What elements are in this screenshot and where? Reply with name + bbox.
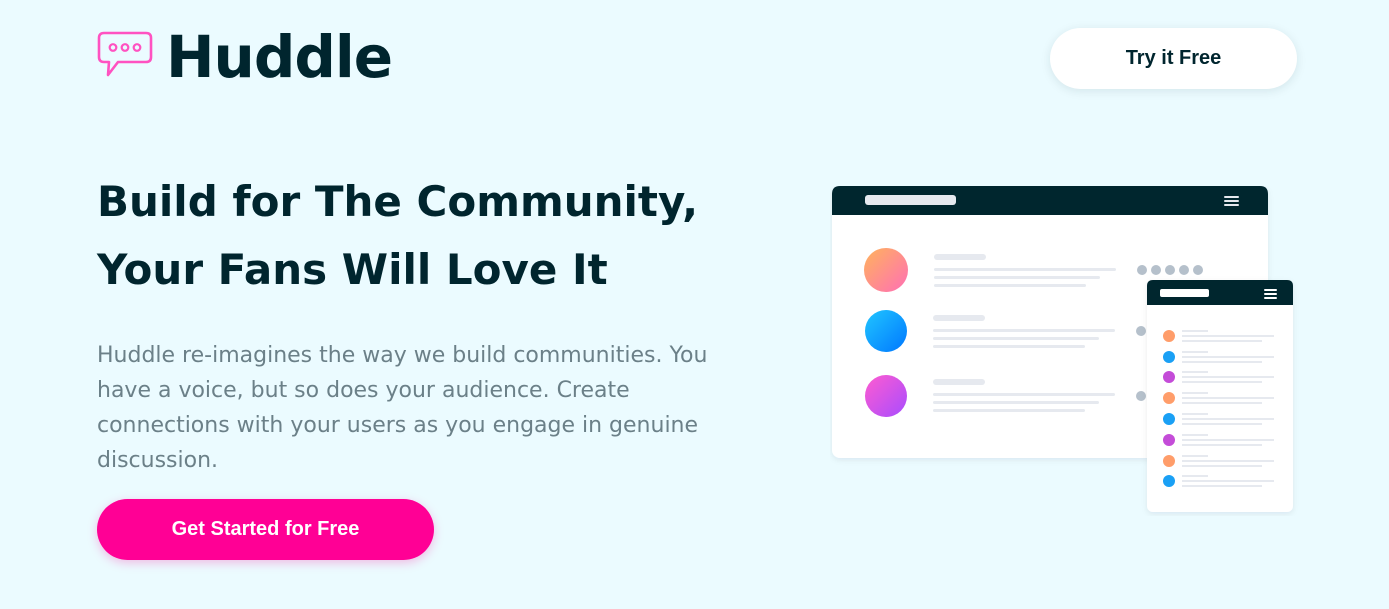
brand-logo[interactable]: Huddle [96,23,393,91]
avatar [864,248,908,292]
hero-headline-line-1: Build for The Community, [97,177,699,226]
mobile-title-bar [1160,289,1209,297]
hamburger-icon [1264,289,1277,299]
try-it-free-button[interactable]: Try it Free [1050,28,1297,89]
avatar [865,310,907,352]
get-started-button[interactable]: Get Started for Free [97,499,434,560]
speech-bubble-icon [97,31,153,77]
hero-headline-line-2: Your Fans Will Love It [97,245,608,294]
hero-headline: Build for The Community, Your Fans Will … [97,168,797,304]
desktop-title-bar [865,195,956,205]
hamburger-icon [1224,196,1239,206]
app-illustration [832,186,1293,512]
brand-name: Huddle [166,23,393,91]
avatar [865,375,907,417]
hero-description: Huddle re-imagines the way we build comm… [97,343,708,473]
